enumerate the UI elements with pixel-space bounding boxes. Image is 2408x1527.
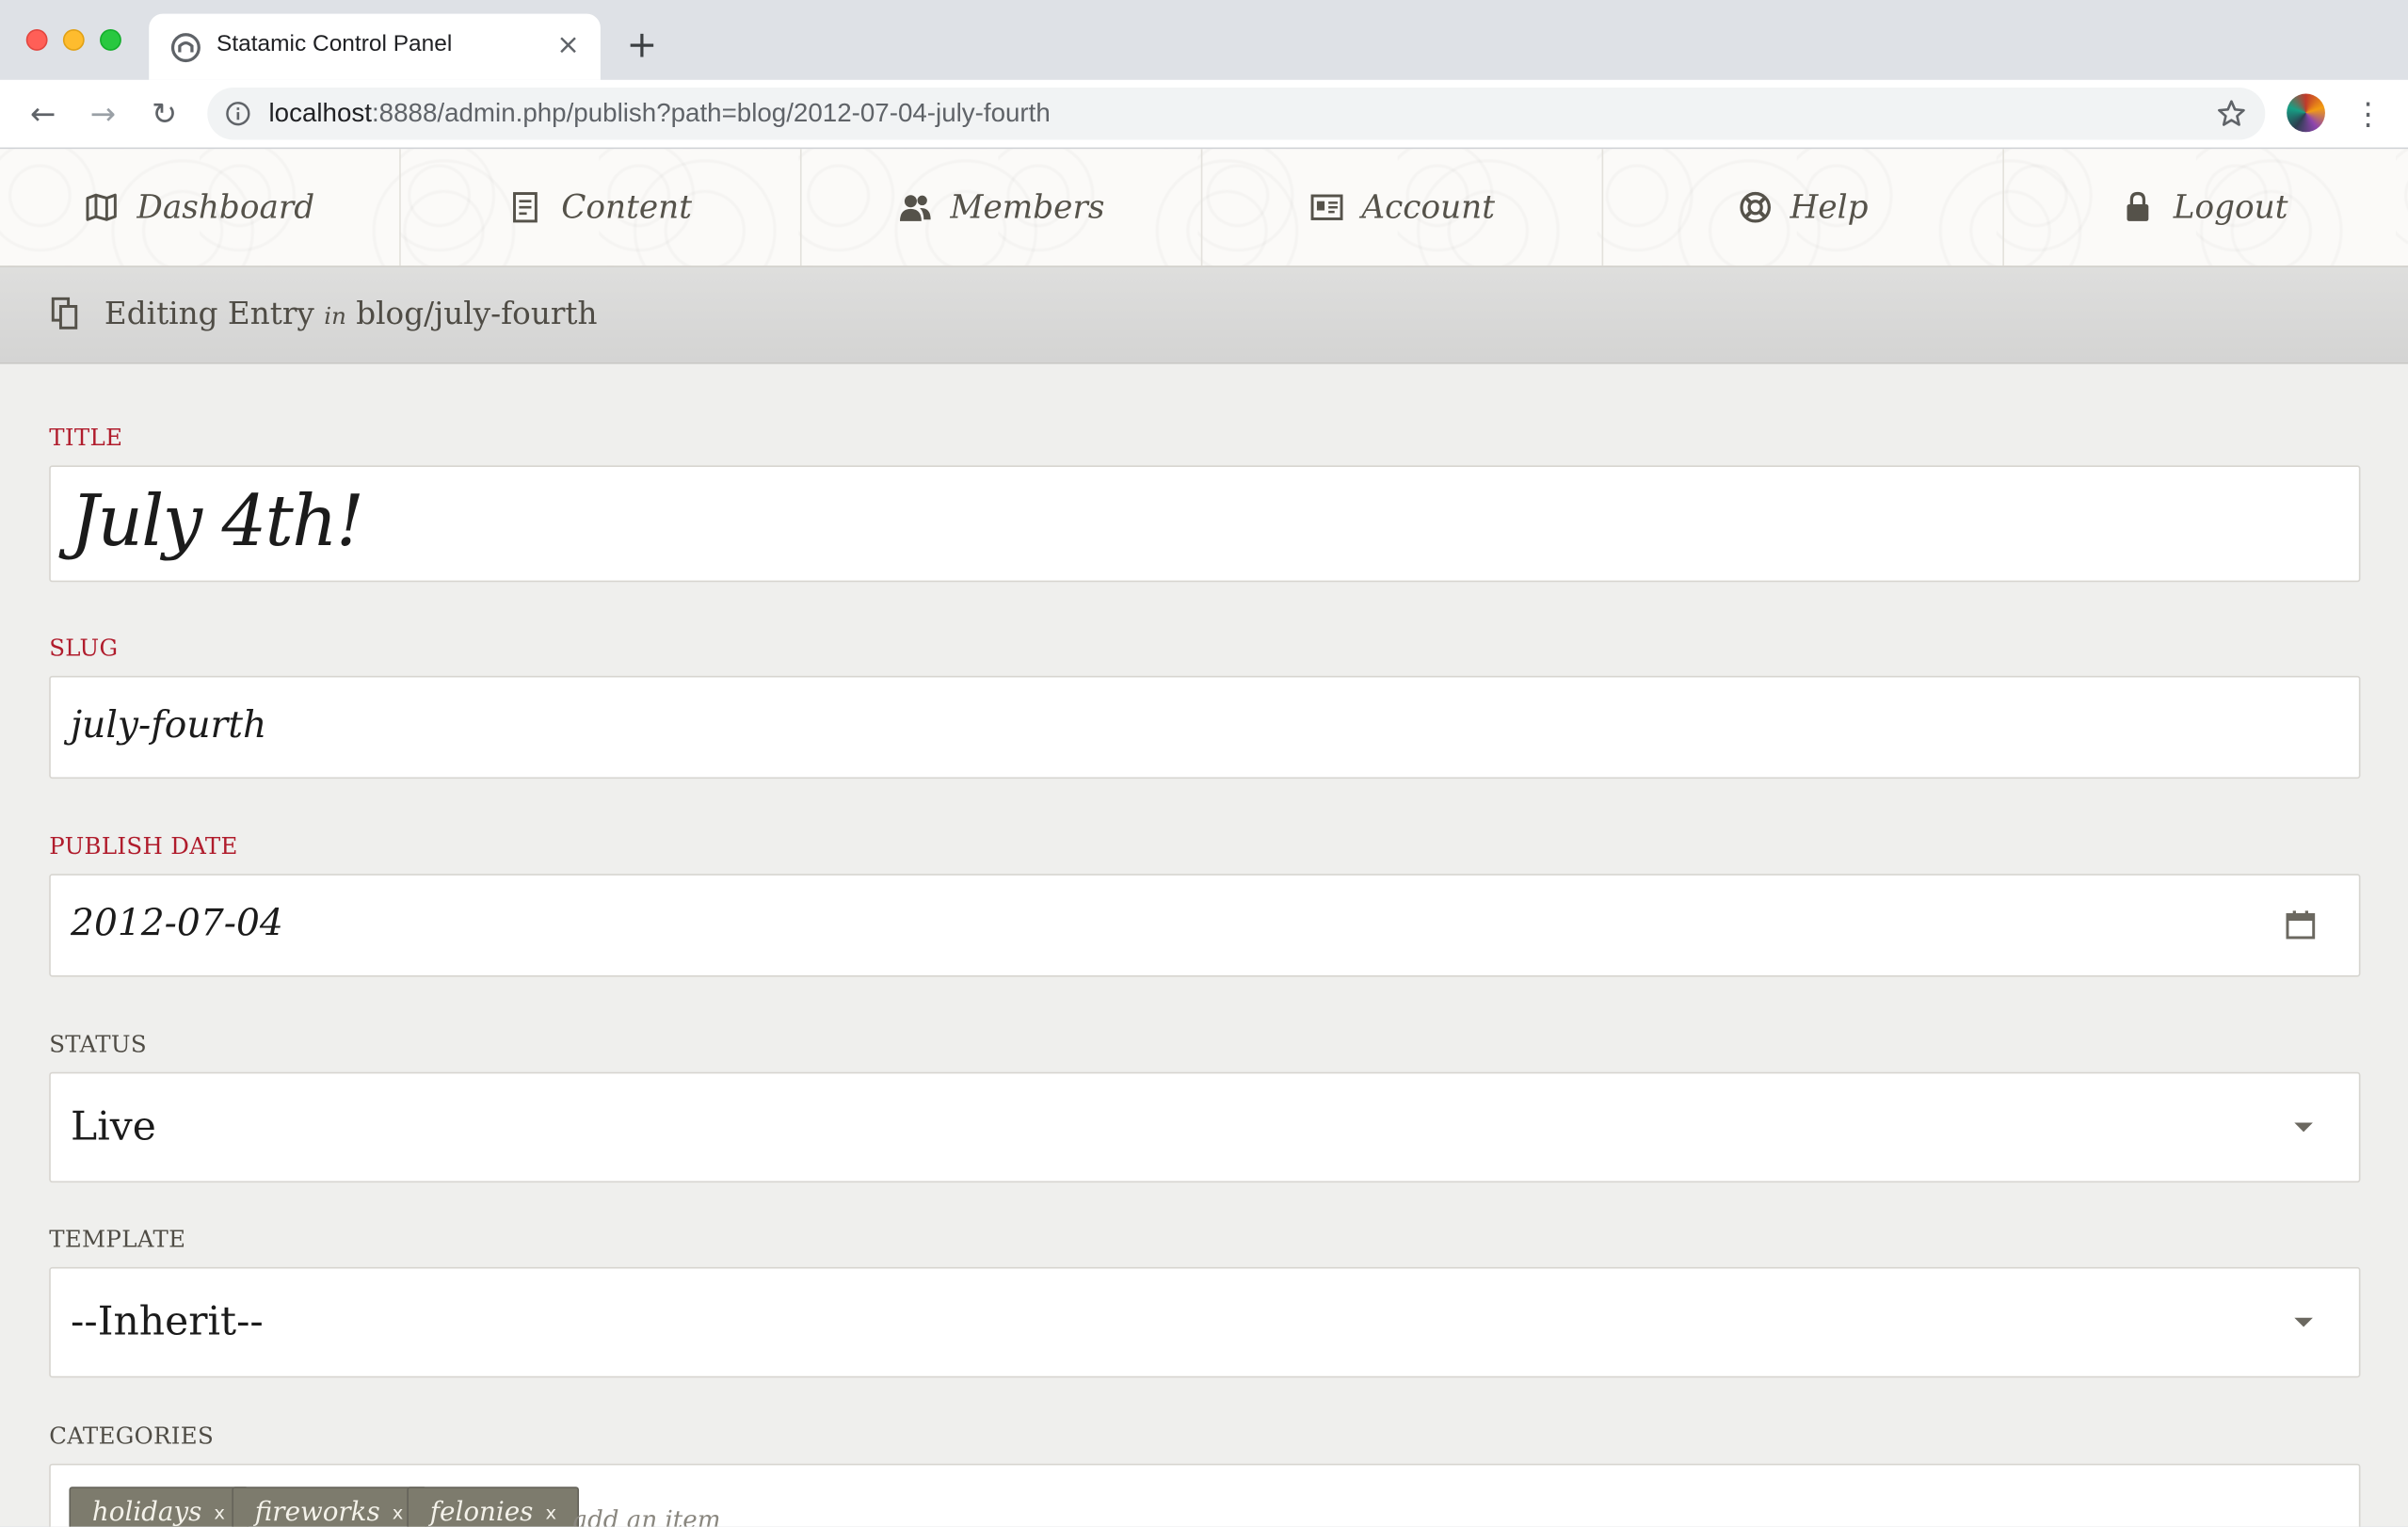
members-icon [899, 195, 931, 221]
reload-button[interactable]: ↻ [146, 95, 183, 132]
nav-label-account: Account [1361, 188, 1496, 226]
entry-header: Editing Entry in blog/july-fourth [0, 266, 2408, 364]
tag-remove-icon[interactable]: x [545, 1503, 556, 1524]
browser-menu-icon[interactable]: ⋮ [2352, 95, 2384, 132]
title-label: TITLE [49, 424, 123, 452]
publish-date-label: PUBLISH DATE [49, 832, 238, 860]
nav-item-account[interactable]: Account [1202, 149, 1604, 266]
page-title-prefix: Editing Entry [104, 295, 314, 332]
nav-item-logout[interactable]: Logout [2004, 149, 2405, 265]
map-icon [86, 193, 118, 221]
tag-label: felonies [429, 1497, 534, 1527]
page-title: Editing Entry in blog/july-fourth [104, 295, 598, 331]
info-icon[interactable] [226, 102, 250, 126]
forward-button[interactable]: → [85, 95, 121, 132]
profile-avatar[interactable] [2287, 93, 2325, 133]
back-button[interactable]: ← [24, 95, 61, 132]
browser-tab[interactable]: Statamic Control Panel × [149, 13, 601, 80]
lock-icon [2127, 191, 2149, 221]
tag-remove-icon[interactable]: x [393, 1503, 404, 1524]
cp-main-nav: Dashboard Content Members Account Help L… [0, 149, 2408, 267]
nav-label-dashboard: Dashboard [136, 188, 315, 226]
copy-icon [51, 297, 78, 330]
window-close-button[interactable] [25, 28, 48, 51]
tag-fireworks[interactable]: fireworks x [232, 1487, 426, 1527]
tag-label: fireworks [254, 1497, 380, 1527]
categories-label: CATEGORIES [49, 1422, 215, 1451]
nav-item-members[interactable]: Members [802, 149, 1203, 266]
status-select[interactable]: Live [49, 1071, 2361, 1183]
nav-label-help: Help [1790, 188, 1869, 226]
screen: Statamic Control Panel × + ← → ↻ localho… [0, 0, 2408, 1527]
url-host: localhost [268, 98, 372, 128]
nav-label-members: Members [950, 188, 1105, 226]
calendar-icon[interactable] [2286, 909, 2317, 940]
chevron-down-icon [2294, 1122, 2313, 1133]
tab-close-icon[interactable]: × [554, 31, 582, 59]
nav-label-content: Content [561, 188, 692, 226]
page-title-in: in [324, 302, 346, 330]
slug-field[interactable]: july-fourth [49, 675, 2361, 780]
bookmark-star-icon[interactable] [2216, 98, 2247, 129]
window-minimize-button[interactable] [62, 28, 85, 51]
nav-label-logout: Logout [2173, 188, 2288, 226]
template-label: TEMPLATE [49, 1225, 186, 1254]
title-value: July 4th! [71, 478, 364, 563]
publish-date-field[interactable]: 2012-07-04 [49, 874, 2361, 977]
document-icon [513, 192, 538, 223]
id-card-icon [1309, 194, 1342, 220]
url-text: localhost:8888/admin.php/publish?path=bl… [268, 98, 1050, 129]
tag-holidays[interactable]: holidays x [69, 1487, 249, 1527]
title-field[interactable]: July 4th! [49, 465, 2361, 583]
nav-item-dashboard[interactable]: Dashboard [0, 149, 401, 266]
status-label: STATUS [49, 1030, 147, 1059]
lifebuoy-icon [1739, 191, 1771, 223]
browser-tabstrip: Statamic Control Panel × + [0, 0, 2408, 80]
categories-field[interactable]: holidays x fireworks x felonies x add an… [49, 1463, 2361, 1527]
publish-date-value: 2012-07-04 [71, 901, 283, 945]
new-tab-button[interactable]: + [623, 26, 660, 64]
tab-title: Statamic Control Panel [217, 30, 453, 57]
template-value: --Inherit-- [71, 1299, 264, 1346]
slug-value: july-fourth [71, 703, 267, 747]
statamic-favicon-icon [170, 33, 201, 63]
page-title-path: blog/july-fourth [356, 295, 598, 332]
tag-felonies[interactable]: felonies x [407, 1487, 580, 1527]
window-zoom-button[interactable] [100, 28, 121, 51]
address-bar[interactable]: localhost:8888/admin.php/publish?path=bl… [207, 87, 2266, 140]
browser-toolbar: ← → ↻ localhost:8888/admin.php/publish?p… [0, 79, 2408, 150]
url-path: :8888/admin.php/publish?path=blog/2012-0… [371, 98, 1051, 128]
status-value: Live [71, 1103, 156, 1150]
nav-item-help[interactable]: Help [1603, 149, 2004, 266]
tag-label: holidays [91, 1497, 202, 1527]
publish-form: TITLE July 4th! SLUG july-fourth PUBLISH… [0, 363, 2408, 1527]
add-item-input[interactable]: add an item [573, 1505, 721, 1527]
chevron-down-icon [2294, 1317, 2313, 1327]
template-select[interactable]: --Inherit-- [49, 1266, 2361, 1378]
tag-remove-icon[interactable]: x [214, 1503, 225, 1524]
nav-item-content[interactable]: Content [401, 149, 802, 266]
slug-label: SLUG [49, 634, 119, 663]
